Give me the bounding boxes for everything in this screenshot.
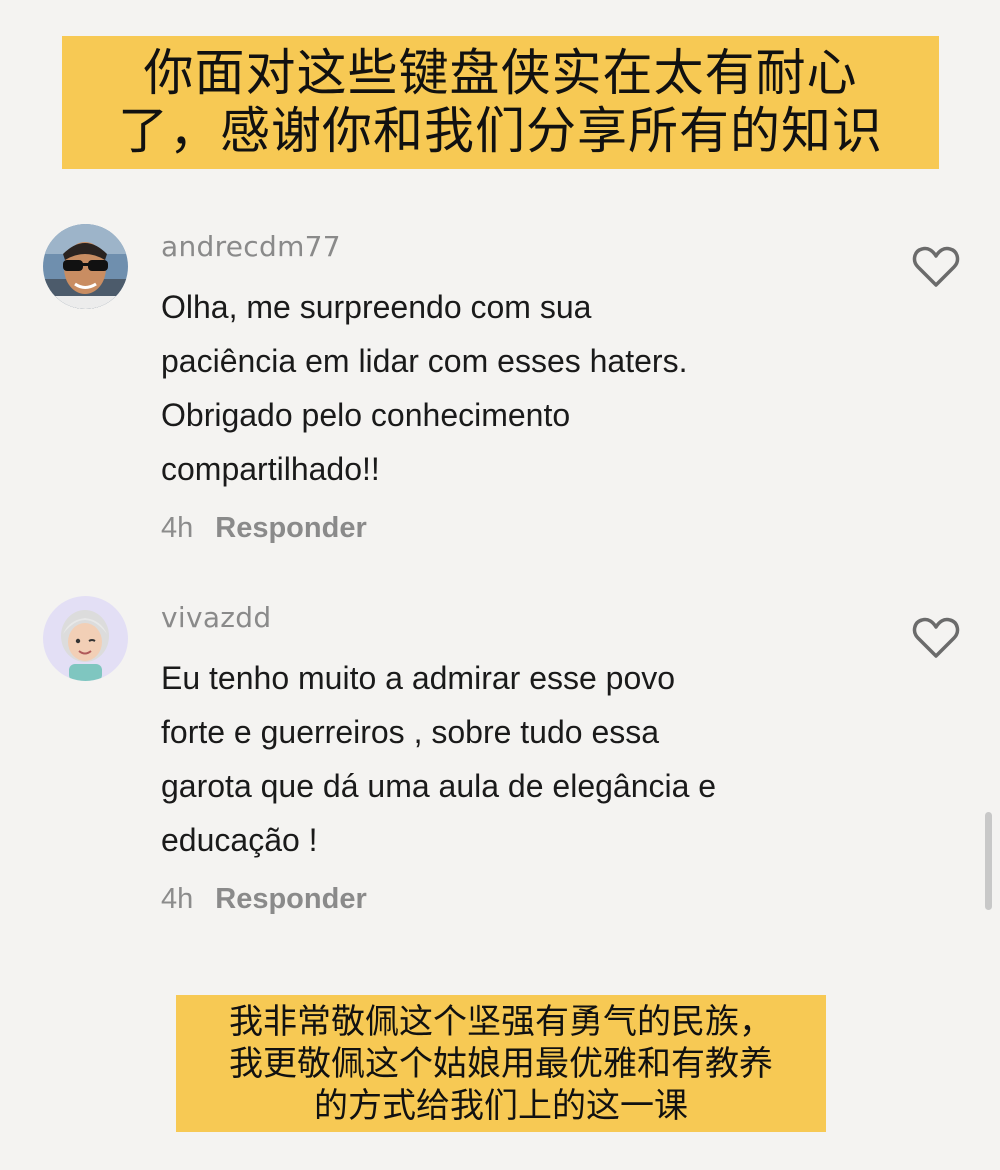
comment-text-line: garota que dá uma aula de elegância e	[161, 768, 717, 804]
like-heart-icon[interactable]	[912, 616, 960, 660]
scrollbar-thumb[interactable]	[985, 812, 992, 910]
memoji-avatar-icon	[43, 596, 128, 681]
caption-top-banner: 你面对这些键盘侠实在太有耐心 了，感谢你和我们分享所有的知识	[62, 36, 939, 169]
comment-text: Eu tenho muito a admirar esse povo forte…	[161, 651, 881, 867]
comment-timestamp: 4h	[161, 512, 194, 544]
comment-username[interactable]: andrecdm77	[161, 230, 341, 263]
caption-bottom-line-1: 我非常敬佩这个坚强有勇气的民族，	[229, 1002, 773, 1042]
comment-text-line: Olha, me surpreendo com sua	[161, 289, 592, 325]
comment-username[interactable]: vivazdd	[161, 601, 271, 634]
reply-button[interactable]: Responder	[215, 883, 366, 915]
caption-bottom-banner: 我非常敬佩这个坚强有勇气的民族， 我更敬佩这个姑娘用最优雅和有教养 的方式给我们…	[176, 995, 826, 1132]
user-avatar-photo-icon	[43, 224, 128, 309]
comment-text-line: Obrigado pelo conhecimento	[161, 397, 571, 433]
caption-bottom-line-2: 我更敬佩这个姑娘用最优雅和有教养	[229, 1044, 773, 1084]
caption-bottom-line-3: 的方式给我们上的这一课	[314, 1086, 688, 1126]
caption-top-line-1: 你面对这些键盘侠实在太有耐心	[143, 44, 858, 102]
comment-text-line: compartilhado!!	[161, 451, 380, 487]
comment-text: Olha, me surpreendo com sua paciência em…	[161, 280, 881, 496]
comment-timestamp: 4h	[161, 883, 194, 915]
avatar[interactable]	[43, 596, 128, 681]
comment-text-line: paciência em lidar com esses haters.	[161, 343, 688, 379]
comment-meta: 4h Responder	[161, 883, 367, 916]
avatar[interactable]	[43, 224, 128, 309]
like-heart-icon[interactable]	[912, 245, 960, 289]
comment-text-line: educação !	[161, 822, 318, 858]
caption-top-line-2: 了，感谢你和我们分享所有的知识	[118, 102, 883, 160]
reply-button[interactable]: Responder	[215, 512, 366, 544]
comment-text-line: forte e guerreiros , sobre tudo essa	[161, 714, 660, 750]
comment-meta: 4h Responder	[161, 512, 367, 545]
comment-text-line: Eu tenho muito a admirar esse povo	[161, 660, 676, 696]
